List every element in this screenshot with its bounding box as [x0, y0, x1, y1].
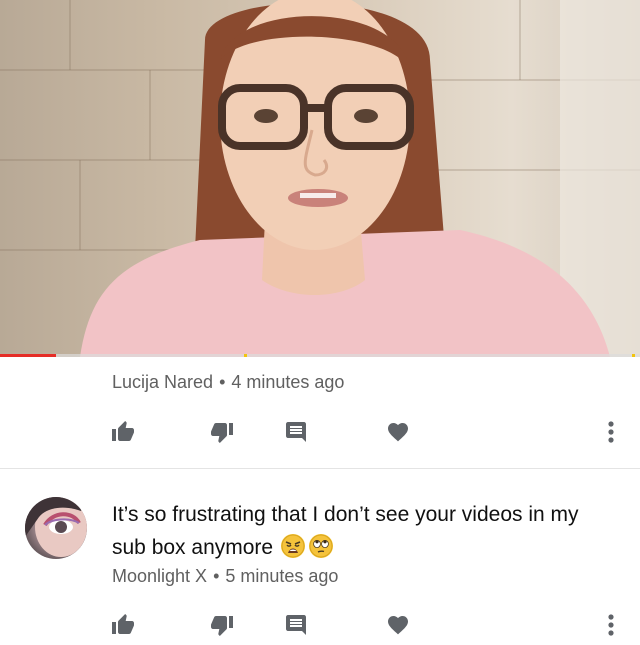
reply-button[interactable]: [276, 412, 316, 452]
ad-marker: [632, 354, 635, 357]
dislike-icon: [211, 616, 233, 636]
comment-text: It’s so frustrating that I don’t see you…: [112, 498, 612, 564]
more-icon: [608, 614, 614, 636]
reply-button[interactable]: [276, 605, 316, 645]
comment-time: 5 minutes ago: [225, 566, 339, 586]
heart-icon: [388, 423, 408, 442]
heart-icon: [388, 616, 408, 635]
comment-author[interactable]: Moonlight X: [112, 566, 207, 586]
heart-button[interactable]: [378, 412, 418, 452]
dislike-icon: [211, 423, 233, 443]
comment-body: It’s so frustrating that I don’t see you…: [112, 503, 579, 559]
more-button[interactable]: [591, 605, 631, 645]
avatar[interactable]: [25, 497, 87, 559]
comment-meta: Lucija Nared • 4 minutes ago: [112, 372, 344, 393]
like-button[interactable]: [103, 412, 143, 452]
like-icon: [112, 614, 134, 634]
video-player[interactable]: [0, 0, 640, 357]
meta-separator: •: [219, 372, 226, 392]
comment-author[interactable]: Lucija Nared: [112, 372, 213, 392]
like-icon: [112, 421, 134, 441]
comment-divider: [0, 468, 640, 469]
face-with-rolling-eyes-emoji: [308, 534, 333, 558]
video-frame-image: [0, 0, 640, 357]
reply-icon: [286, 422, 306, 442]
like-button[interactable]: [103, 605, 143, 645]
reply-icon: [286, 615, 306, 635]
ad-marker: [244, 354, 247, 357]
dislike-button[interactable]: [202, 412, 242, 452]
comment-time: 4 minutes ago: [231, 372, 345, 392]
weary-face-emoji: [280, 534, 305, 558]
avatar-image: [25, 497, 87, 557]
comment-actions: [0, 605, 640, 645]
screen: Lucija Nared • 4 minutes ago It’s so fru…: [0, 0, 640, 645]
progress-played: [0, 354, 56, 357]
heart-button[interactable]: [378, 605, 418, 645]
comment-meta: Moonlight X • 5 minutes ago: [112, 566, 338, 587]
dislike-button[interactable]: [202, 605, 242, 645]
meta-separator: •: [213, 566, 220, 586]
more-button[interactable]: [591, 412, 631, 452]
progress-bar[interactable]: [0, 354, 640, 357]
comment-actions: [0, 412, 640, 452]
more-icon: [608, 421, 614, 443]
